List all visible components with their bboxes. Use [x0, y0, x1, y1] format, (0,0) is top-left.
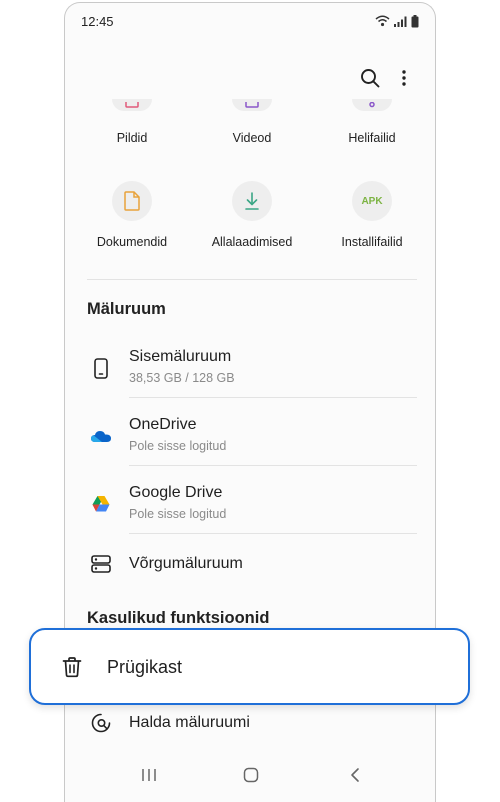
category-label: Installifailid	[341, 235, 403, 249]
more-options-button[interactable]	[391, 65, 417, 91]
category-label: Allalaadimised	[211, 235, 293, 249]
storage-item-subtitle: Pole sisse logitud	[129, 507, 227, 521]
category-label: Pildid	[116, 131, 148, 145]
section-divider	[87, 279, 417, 280]
category-downloads[interactable]: Allalaadimised	[192, 181, 312, 249]
useful-section-title: Kasulikud funktsioonid	[87, 609, 270, 627]
recent-apps-button[interactable]	[141, 767, 157, 788]
row-divider	[129, 397, 417, 398]
network-storage-icon	[89, 538, 113, 590]
recent-apps-icon	[142, 769, 156, 781]
category-videos[interactable]: Videod	[192, 99, 312, 145]
status-icons	[375, 14, 419, 28]
category-installers[interactable]: APK Installifailid	[312, 181, 432, 249]
storage-item-network[interactable]: Võrgumäluruum	[87, 538, 417, 590]
category-label: Videod	[232, 131, 272, 145]
back-icon	[351, 768, 359, 782]
search-icon	[361, 69, 380, 88]
category-audio[interactable]: Helifailid	[312, 99, 432, 145]
download-icon	[232, 181, 272, 221]
phone-icon	[89, 334, 113, 402]
onedrive-icon	[89, 402, 113, 470]
manage-storage-icon	[89, 703, 113, 743]
document-icon	[112, 181, 152, 221]
category-label: Helifailid	[348, 131, 396, 145]
storage-item-internal[interactable]: Sisemäluruum 38,53 GB / 128 GB	[87, 334, 417, 402]
status-bar: 12:45	[81, 12, 419, 30]
trash-highlight-callout[interactable]: Prügikast	[29, 628, 470, 705]
video-icon	[232, 99, 272, 111]
row-divider	[129, 533, 417, 534]
storage-item-title: Võrgumäluruum	[129, 555, 243, 572]
navigation-bar	[65, 757, 435, 797]
storage-item-subtitle: Pole sisse logitud	[129, 439, 227, 453]
storage-item-title: Google Drive	[129, 484, 223, 501]
manage-storage-item[interactable]: Halda mäluruumi	[87, 703, 417, 743]
battery-icon	[411, 14, 419, 27]
storage-item-title: OneDrive	[129, 416, 197, 433]
signal-icon	[394, 16, 407, 27]
trash-label: Prügikast	[107, 657, 183, 677]
storage-section-title: Mäluruum	[87, 300, 166, 318]
manage-storage-label: Halda mäluruumi	[129, 714, 250, 731]
audio-icon	[352, 99, 392, 111]
home-button[interactable]	[243, 767, 259, 788]
home-icon	[243, 767, 259, 783]
storage-item-onedrive[interactable]: OneDrive Pole sisse logitud	[87, 402, 417, 470]
search-button[interactable]	[357, 65, 383, 91]
status-time: 12:45	[81, 13, 114, 29]
storage-item-subtitle: 38,53 GB / 128 GB	[129, 371, 235, 385]
image-icon	[112, 99, 152, 111]
row-divider	[129, 465, 417, 466]
apk-badge: APK	[361, 195, 383, 207]
wifi-icon	[375, 15, 390, 27]
apk-icon: APK	[352, 181, 392, 221]
category-documents[interactable]: Dokumendid	[72, 181, 192, 249]
category-label: Dokumendid	[96, 235, 168, 249]
more-vertical-icon	[402, 70, 406, 86]
trash-icon	[61, 656, 83, 678]
storage-item-title: Sisemäluruum	[129, 348, 232, 365]
category-images[interactable]: Pildid	[72, 99, 192, 145]
google-drive-icon	[89, 470, 113, 538]
storage-item-google-drive[interactable]: Google Drive Pole sisse logitud	[87, 470, 417, 538]
back-button[interactable]	[349, 767, 361, 788]
